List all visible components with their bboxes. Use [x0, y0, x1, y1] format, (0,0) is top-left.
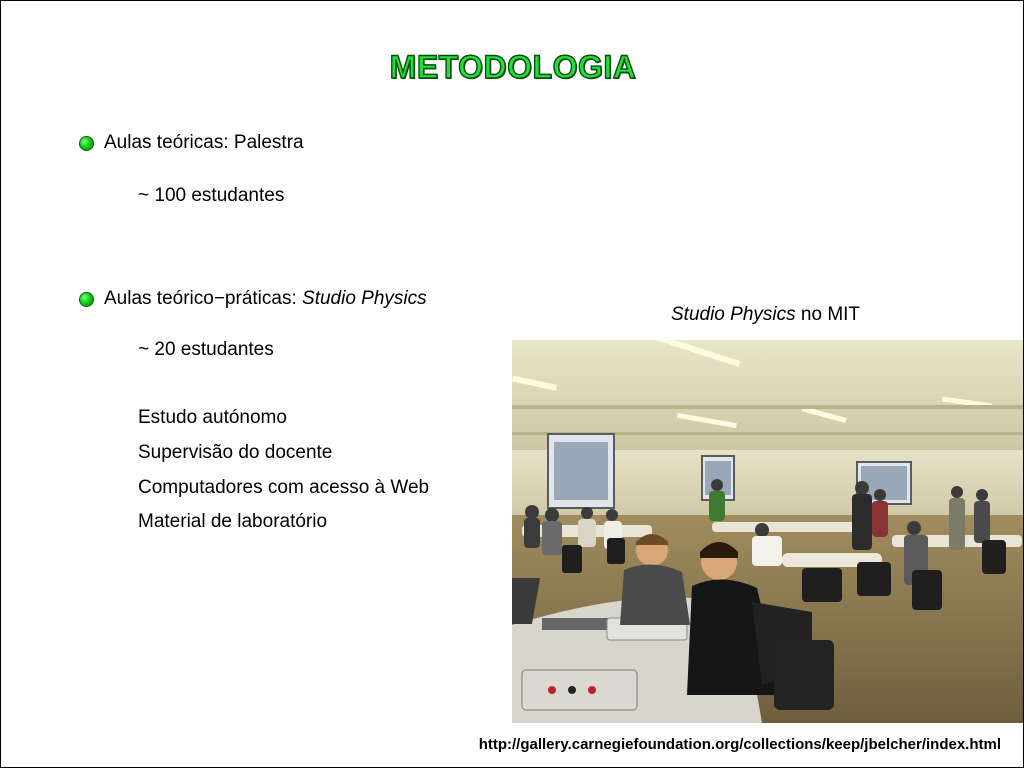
studio-item: Computadores com acesso à Web [138, 477, 430, 498]
studio-item: Material de laboratório [138, 511, 328, 532]
bullet-studio: Aulas teórico−práticas: Studio Physics [79, 288, 427, 310]
bullet-lectures: Aulas teóricas: Palestra [79, 132, 304, 154]
studio-item: Supervisão do docente [138, 442, 333, 463]
bullet-studio-label: Aulas teórico−práticas: Studio Physics [104, 288, 427, 309]
green-bullet-icon [79, 135, 94, 151]
studio-item: Estudo autónomo [138, 407, 287, 428]
studio-classroom-photo [512, 340, 1023, 723]
green-bullet-icon [79, 291, 94, 307]
lectures-student-count: ~ 100 estudantes [138, 185, 285, 206]
bullet-lectures-label: Aulas teóricas: Palestra [104, 132, 304, 153]
slide-title: METODOLOGIA [389, 48, 637, 85]
bullet-studio-label-em: Studio Physics [302, 288, 427, 309]
photo-caption: Studio Physics no MIT [671, 304, 861, 325]
photo-caption-em: Studio Physics [671, 304, 796, 325]
studio-student-count: ~ 20 estudantes [138, 339, 274, 360]
source-url[interactable]: http://gallery.carnegiefoundation.org/co… [479, 736, 1001, 753]
slide: METODOLOGIA Aulas teóricas: Palestra ~ 1… [0, 0, 1024, 768]
